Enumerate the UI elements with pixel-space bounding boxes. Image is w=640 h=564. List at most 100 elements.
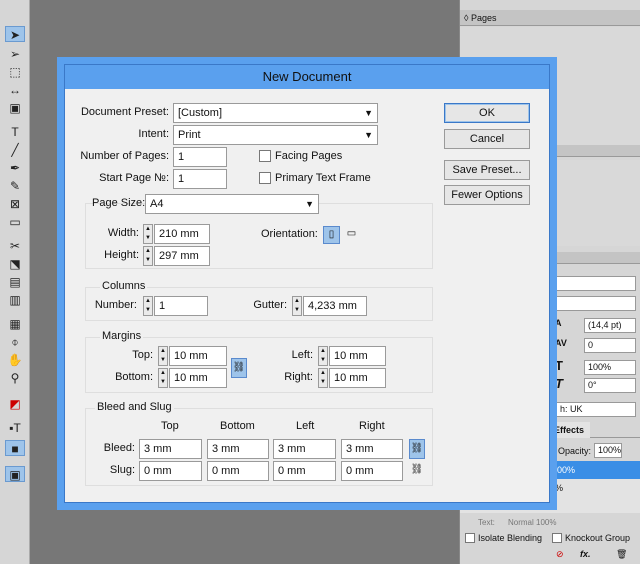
facing-pages-label: Facing Pages <box>275 150 343 162</box>
bleed-slug-title: Bleed and Slug <box>95 401 174 413</box>
orientation-label: Orientation: <box>261 228 318 240</box>
margins-link-icon[interactable]: ⛓ <box>231 358 247 378</box>
fewer-options-button[interactable]: Fewer Options <box>444 185 530 205</box>
effects-tab[interactable]: Effects <box>548 422 591 438</box>
bs-col-right: Right <box>359 420 385 432</box>
pen-tool-icon[interactable]: ✒ <box>5 160 25 176</box>
page-size-label: Page Size: <box>92 197 146 209</box>
eyedropper-tool-icon[interactable]: ⌽ <box>5 334 25 350</box>
intent-label: Intent: <box>138 128 169 140</box>
left-label: Left: <box>291 349 313 361</box>
knockout-group-checkbox[interactable] <box>552 533 562 543</box>
page-tool-icon[interactable]: ⬚ <box>5 64 25 80</box>
bleed-left-input[interactable]: 3 mm <box>273 439 336 459</box>
content-collector-icon[interactable]: ▣ <box>5 100 25 116</box>
right-input[interactable]: 10 mm <box>329 368 386 388</box>
width-label: Width: <box>107 227 139 239</box>
pages-panel-title: Pages <box>470 13 497 23</box>
width-stepper[interactable]: ▲ ▼ <box>143 224 153 244</box>
gradient-feather-tool-icon[interactable]: ▥ <box>5 292 25 308</box>
fill-stroke-icon[interactable]: ◩ <box>5 396 25 412</box>
note-tool-icon[interactable]: ▦ <box>5 316 25 332</box>
bleed-right-input[interactable]: 3 mm <box>341 439 403 459</box>
height-stepper[interactable]: ▲ ▼ <box>143 246 153 266</box>
opacity-label: Opacity: <box>558 446 592 456</box>
margins-title: Margins <box>100 330 144 342</box>
facing-pages-checkbox[interactable] <box>259 150 271 162</box>
bs-col-left: Left <box>296 420 315 432</box>
bs-col-top: Top <box>161 420 179 432</box>
bottom-input[interactable]: 10 mm <box>169 368 227 388</box>
tracking-field[interactable]: 0 <box>584 338 636 353</box>
document-preset-label: Document Preset: <box>80 106 169 118</box>
slug-right-input[interactable]: 0 mm <box>341 461 403 481</box>
selection-tool-icon[interactable]: ➤ <box>5 26 25 42</box>
left-input[interactable]: 10 mm <box>329 346 386 366</box>
isolate-blending-checkbox[interactable] <box>465 533 475 543</box>
formatting-affects-icon[interactable]: ▪T <box>5 420 25 436</box>
gradient-swatch-tool-icon[interactable]: ▤ <box>5 274 25 290</box>
document-preset-value: [Custom] <box>178 107 223 119</box>
bleed-top-input[interactable]: 3 mm <box>139 439 202 459</box>
gutter-stepper[interactable]: ▲ ▼ <box>292 296 302 316</box>
slug-link-icon[interactable]: ⛓ <box>409 461 425 481</box>
number-input[interactable]: 1 <box>154 296 208 316</box>
knockout-group-label: Knockout Group <box>565 533 631 543</box>
rectangle-frame-tool-icon[interactable]: ⊠ <box>5 196 25 212</box>
number-stepper[interactable]: ▲ ▼ <box>143 296 153 316</box>
page-size-select[interactable]: A4 ▼ <box>145 194 319 214</box>
number-of-pages-input[interactable]: 1 <box>173 147 227 167</box>
pages-panel-header[interactable]: ◊ Pages <box>460 10 640 26</box>
slug-bottom-input[interactable]: 0 mm <box>207 461 269 481</box>
intent-select[interactable]: Print ▼ <box>173 125 378 145</box>
type-tool-icon[interactable]: T <box>5 124 25 140</box>
save-preset-button[interactable]: Save Preset... <box>444 160 530 180</box>
fx-icon[interactable]: fx. <box>580 549 591 559</box>
normal-mode-icon[interactable]: ■ <box>5 440 25 456</box>
effects-text-label: Text: <box>478 518 495 527</box>
screen-mode-icon[interactable]: ▣ <box>5 466 25 482</box>
gap-tool-icon[interactable]: ↔ <box>5 82 25 98</box>
document-preset-select[interactable]: [Custom] ▼ <box>173 103 378 123</box>
leading-field[interactable]: (14,4 pt) <box>584 318 636 333</box>
gutter-input[interactable]: 4,233 mm <box>303 296 367 316</box>
bleed-bottom-input[interactable]: 3 mm <box>207 439 269 459</box>
zoom-tool-icon[interactable]: ⚲ <box>5 370 25 386</box>
cancel-button[interactable]: Cancel <box>444 129 530 149</box>
rectangle-tool-icon[interactable]: ▭ <box>5 214 25 230</box>
intent-value: Print <box>178 129 201 141</box>
chevron-down-icon: ▼ <box>305 199 314 209</box>
delete-effect-icon[interactable]: 🗑 <box>616 549 627 560</box>
pencil-tool-icon[interactable]: ✎ <box>5 178 25 194</box>
left-stepper[interactable]: ▲ ▼ <box>318 346 328 366</box>
portrait-icon[interactable]: ▯ <box>323 226 340 244</box>
bottom-stepper[interactable]: ▲ ▼ <box>158 368 168 388</box>
language-field[interactable]: h: UK <box>556 402 636 417</box>
font-family-field[interactable] <box>556 276 636 291</box>
clear-effects-icon[interactable]: ⊘ <box>556 549 564 560</box>
height-input[interactable]: 297 mm <box>154 246 210 266</box>
landscape-icon[interactable]: ▭ <box>343 226 360 244</box>
start-page-input[interactable]: 1 <box>173 169 227 189</box>
width-input[interactable]: 210 mm <box>154 224 210 244</box>
top-input[interactable]: 10 mm <box>169 346 227 366</box>
ok-button[interactable]: OK <box>444 103 530 123</box>
top-stepper[interactable]: ▲ ▼ <box>158 346 168 366</box>
scissors-tool-icon[interactable]: ✂ <box>5 238 25 254</box>
slug-left-input[interactable]: 0 mm <box>273 461 336 481</box>
skew-field[interactable]: 0° <box>584 378 636 393</box>
bleed-link-icon[interactable]: ⛓ <box>409 439 425 459</box>
free-transform-tool-icon[interactable]: ⬔ <box>5 256 25 272</box>
slug-top-input[interactable]: 0 mm <box>139 461 202 481</box>
right-stepper[interactable]: ▲ ▼ <box>318 368 328 388</box>
line-tool-icon[interactable]: ╱ <box>5 142 25 158</box>
right-label: Right: <box>284 371 313 383</box>
leading-icon: A <box>555 318 562 328</box>
hand-tool-icon[interactable]: ✋ <box>5 352 25 368</box>
direct-selection-tool-icon[interactable]: ➢ <box>5 46 25 62</box>
opacity-field[interactable]: 100% <box>594 443 622 458</box>
horizontal-scale-field[interactable]: 100% <box>584 360 636 375</box>
height-label: Height: <box>104 249 139 261</box>
primary-text-frame-checkbox[interactable] <box>259 172 271 184</box>
font-style-field[interactable] <box>556 296 636 311</box>
